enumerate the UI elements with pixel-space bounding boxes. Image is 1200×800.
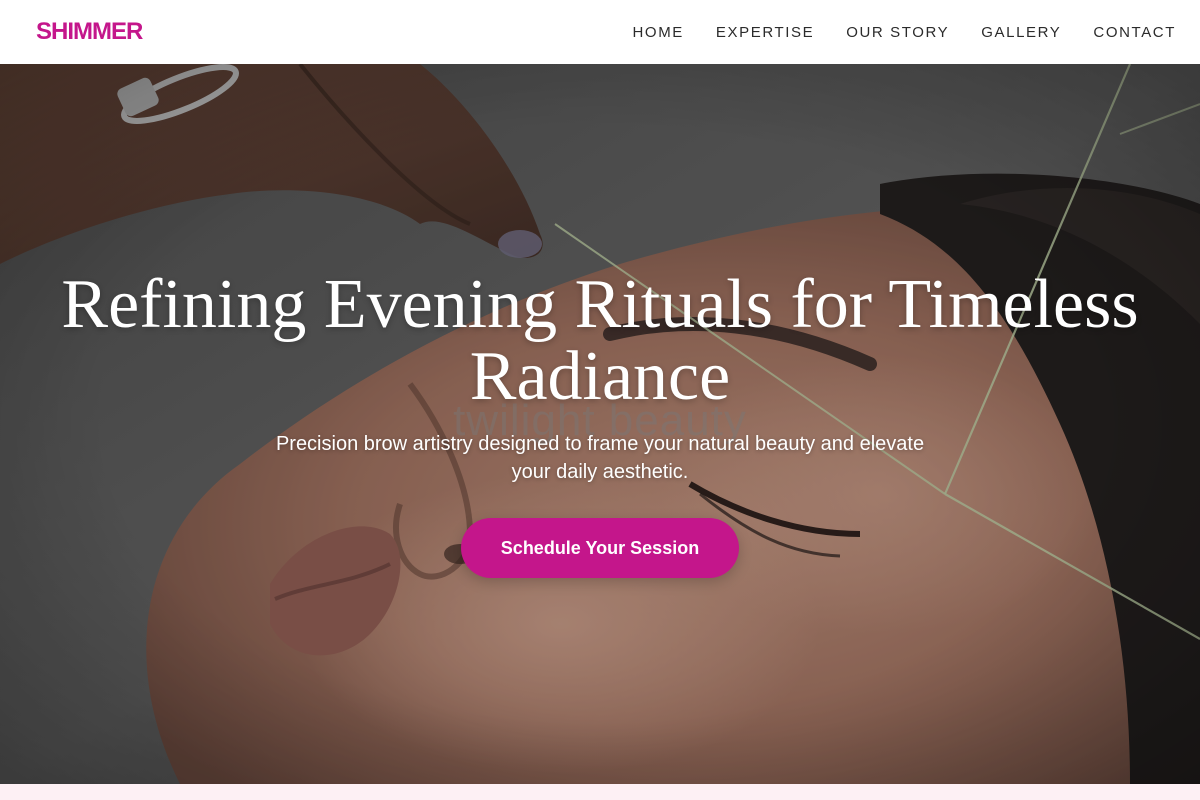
hero-section: twilight beauty Refining Evening Rituals… <box>0 64 1200 784</box>
main-nav: HOME EXPERTISE OUR STORY GALLERY CONTACT <box>633 20 1177 45</box>
nav-link-gallery[interactable]: GALLERY <box>981 20 1061 45</box>
next-section-edge <box>0 784 1200 800</box>
nav-item-expertise: EXPERTISE <box>716 20 814 45</box>
nav-item-contact: CONTACT <box>1093 20 1176 45</box>
hero-content: twilight beauty Refining Evening Rituals… <box>0 64 1200 784</box>
brand-logo[interactable]: SHIMMER <box>36 18 143 46</box>
nav-link-contact[interactable]: CONTACT <box>1093 20 1176 45</box>
nav-item-our-story: OUR STORY <box>846 20 949 45</box>
nav-link-expertise[interactable]: EXPERTISE <box>716 20 814 45</box>
site-header: SHIMMER HOME EXPERTISE OUR STORY GALLERY… <box>0 0 1200 64</box>
nav-link-home[interactable]: HOME <box>633 20 684 45</box>
hero-title: Refining Evening Rituals for Timeless Ra… <box>61 266 1139 415</box>
nav-link-our-story[interactable]: OUR STORY <box>846 20 949 45</box>
nav-item-home: HOME <box>633 20 684 45</box>
schedule-session-button[interactable]: Schedule Your Session <box>461 518 739 578</box>
hero-subtitle: Precision brow artistry designed to fram… <box>275 433 925 483</box>
nav-item-gallery: GALLERY <box>981 20 1061 45</box>
